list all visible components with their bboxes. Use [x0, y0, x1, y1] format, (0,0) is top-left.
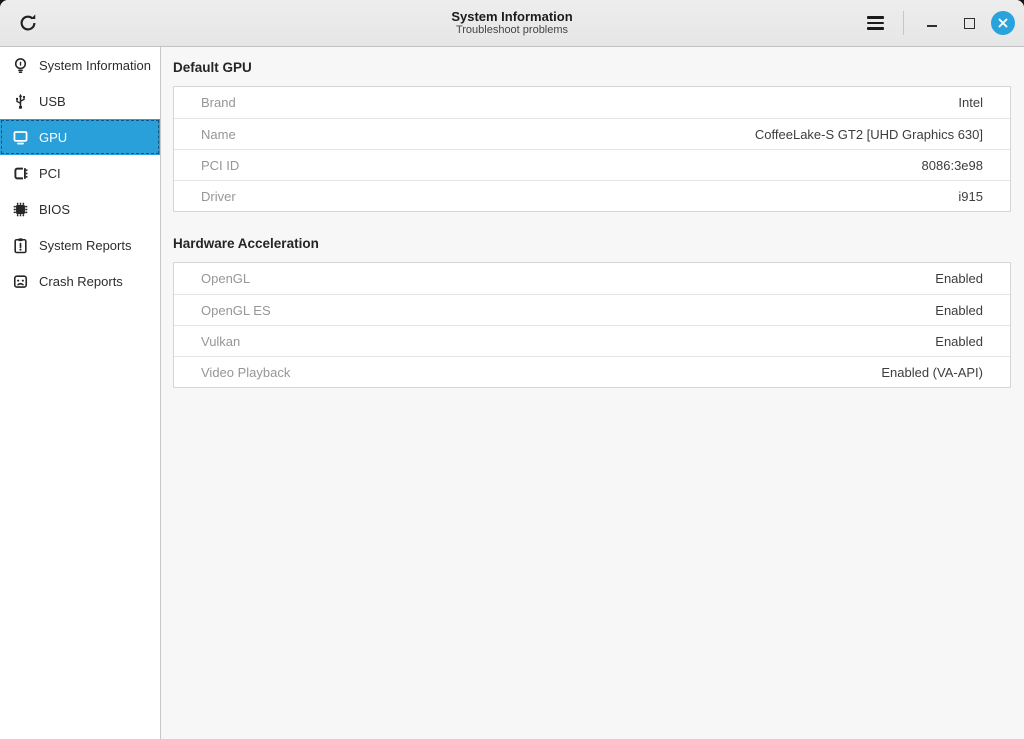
row-value: CoffeeLake-S GT2 [UHD Graphics 630] [755, 127, 983, 142]
row-label: Name [201, 127, 236, 142]
sidebar-item-label: System Information [39, 58, 151, 73]
default-gpu-table: Brand Intel Name CoffeeLake-S GT2 [UHD G… [173, 86, 1011, 212]
row-value: i915 [958, 189, 983, 204]
sidebar-item-label: Crash Reports [39, 274, 123, 289]
titlebar-controls [860, 8, 1024, 38]
titlebar-left [0, 8, 43, 38]
maximize-icon [964, 18, 975, 29]
main-content: Default GPU Brand Intel Name CoffeeLake-… [161, 47, 1024, 739]
row-value: Enabled [935, 271, 983, 286]
window-subtitle: Troubleshoot problems [456, 24, 568, 37]
gpu-monitor-icon [11, 128, 29, 146]
row-value: Enabled (VA-API) [881, 365, 983, 380]
minimize-icon [927, 19, 937, 27]
hamburger-menu-icon [867, 16, 884, 30]
titlebar-separator [903, 11, 904, 35]
sidebar-item-pci[interactable]: PCI [0, 155, 160, 191]
section-heading-hardware-acceleration: Hardware Acceleration [173, 236, 1011, 251]
row-label: PCI ID [201, 158, 239, 173]
section-heading-default-gpu: Default GPU [173, 60, 1011, 75]
pci-card-icon [11, 164, 29, 182]
sidebar-item-crash-reports[interactable]: Crash Reports [0, 263, 160, 299]
app-body: System Information USB [0, 47, 1024, 739]
sidebar-item-gpu[interactable]: GPU [0, 119, 160, 155]
table-row-opengl: OpenGL Enabled [174, 263, 1010, 294]
sidebar-item-system-reports[interactable]: System Reports [0, 227, 160, 263]
table-row-video-playback: Video Playback Enabled (VA-API) [174, 356, 1010, 387]
sidebar-item-bios[interactable]: BIOS [0, 191, 160, 227]
usb-icon [11, 92, 29, 110]
crash-face-icon [11, 272, 29, 290]
bios-chip-icon [11, 200, 29, 218]
row-value: Enabled [935, 303, 983, 318]
sidebar-item-system-information[interactable]: System Information [0, 47, 160, 83]
table-row-brand: Brand Intel [174, 87, 1010, 118]
sidebar-item-label: GPU [39, 130, 67, 145]
sidebar-item-usb[interactable]: USB [0, 83, 160, 119]
window-title: System Information [451, 9, 572, 24]
row-label: OpenGL [201, 271, 250, 286]
row-label: Video Playback [201, 365, 290, 380]
sidebar-item-label: System Reports [39, 238, 131, 253]
sidebar-item-label: BIOS [39, 202, 70, 217]
row-value: Enabled [935, 334, 983, 349]
row-label: OpenGL ES [201, 303, 271, 318]
titlebar: System Information Troubleshoot problems [0, 0, 1024, 47]
row-label: Brand [201, 95, 236, 110]
table-row-driver: Driver i915 [174, 180, 1010, 211]
table-row-opengl-es: OpenGL ES Enabled [174, 294, 1010, 325]
close-button[interactable] [991, 11, 1015, 35]
table-row-pci-id: PCI ID 8086:3e98 [174, 149, 1010, 180]
close-icon [997, 17, 1009, 29]
row-value: Intel [958, 95, 983, 110]
app-window: System Information Troubleshoot problems [0, 0, 1024, 739]
info-bulb-icon [11, 56, 29, 74]
row-label: Driver [201, 189, 236, 204]
sidebar-item-label: PCI [39, 166, 61, 181]
table-row-vulkan: Vulkan Enabled [174, 325, 1010, 356]
maximize-button[interactable] [954, 8, 984, 38]
refresh-button[interactable] [13, 8, 43, 38]
minimize-button[interactable] [917, 8, 947, 38]
hardware-acceleration-table: OpenGL Enabled OpenGL ES Enabled Vulkan … [173, 262, 1011, 388]
refresh-icon [18, 13, 38, 33]
table-row-name: Name CoffeeLake-S GT2 [UHD Graphics 630] [174, 118, 1010, 149]
menu-button[interactable] [860, 8, 890, 38]
report-clipboard-icon [11, 236, 29, 254]
row-label: Vulkan [201, 334, 240, 349]
sidebar-item-label: USB [39, 94, 66, 109]
row-value: 8086:3e98 [922, 158, 983, 173]
sidebar: System Information USB [0, 47, 161, 739]
